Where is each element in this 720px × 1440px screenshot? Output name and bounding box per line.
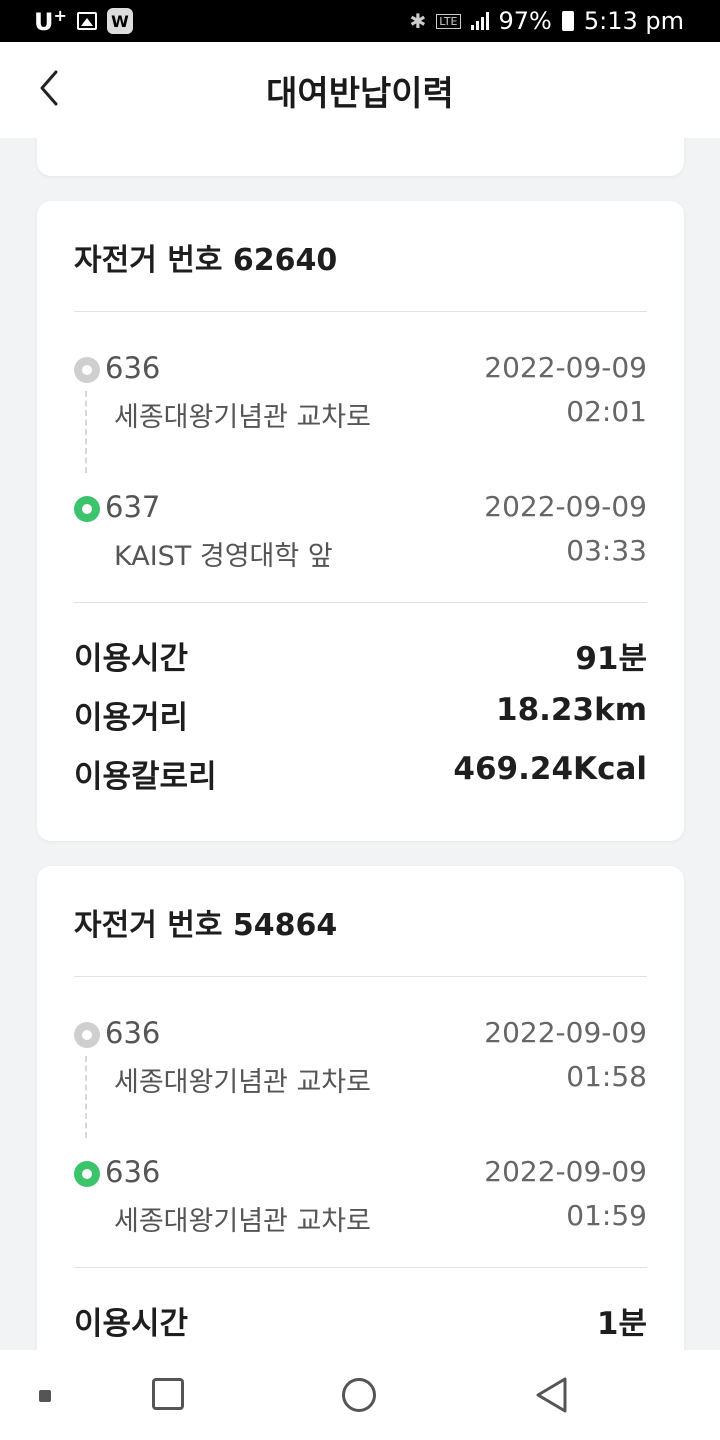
recent-apps-icon[interactable] (152, 1378, 184, 1410)
app-bar: 대여반납이력 (0, 42, 720, 138)
divider (74, 1267, 647, 1268)
end-station: 637 KAIST 경영대학 앞 2022-09-09 03:33 (74, 482, 647, 572)
stat-value: 1분 (596, 1306, 647, 1342)
stat-label: 이용시간 (74, 1306, 189, 1342)
status-bar: U+ W ✱ LTE 97% 5:13 pm (0, 0, 720, 42)
rental-time: 01:58 (566, 1060, 647, 1093)
stat-value: 469.24Kcal (453, 751, 647, 787)
return-date: 2022-09-09 (484, 1155, 647, 1188)
start-station: 636 세종대왕기념관 교차로 2022-09-09 01:58 (74, 1008, 647, 1098)
page-title: 대여반납이력 (266, 73, 454, 114)
app-notification-icon: W (106, 8, 133, 34)
rental-date: 2022-09-09 (484, 351, 647, 384)
stat-label: 이용칼로리 (74, 759, 217, 795)
station-name: 세종대왕기념관 교차로 (114, 1206, 371, 1237)
rental-history-list[interactable]: 자전거 번호 62640 636 세종대왕기념관 교차로 2022-09-09 … (0, 138, 720, 1350)
rental-date: 2022-09-09 (484, 1016, 647, 1049)
clock: 5:13 pm (583, 7, 684, 35)
return-time: 01:59 (566, 1199, 647, 1232)
station-number: 636 (105, 1155, 161, 1189)
nav-menu-dot-icon[interactable] (39, 1390, 51, 1402)
station-name: 세종대왕기념관 교차로 (114, 1067, 371, 1098)
rental-card: 자전거 번호 54864 636 세종대왕기념관 교차로 2022-09-09 … (37, 866, 684, 1350)
usage-distance-row: 이용거리 18.23km (74, 692, 647, 742)
divider (74, 976, 647, 977)
signal-icon (470, 12, 489, 30)
carrier-label: U+ (34, 6, 67, 36)
home-icon[interactable] (342, 1378, 376, 1412)
station-number: 636 (105, 1016, 161, 1050)
battery-icon (561, 11, 574, 31)
end-station-dot-icon (74, 1161, 100, 1187)
bike-number-title: 자전거 번호 62640 (74, 243, 338, 278)
stat-label: 이용시간 (74, 641, 189, 677)
back-triangle-icon[interactable] (534, 1376, 570, 1414)
station-number: 637 (105, 490, 161, 524)
return-date: 2022-09-09 (484, 490, 647, 523)
route-dashed-line (85, 391, 87, 473)
status-bar-left: U+ W (34, 6, 133, 36)
stat-label: 이용거리 (74, 700, 189, 736)
usage-calorie-row: 이용칼로리 469.24Kcal (74, 751, 647, 801)
system-nav-bar (0, 1350, 720, 1440)
image-notification-icon (76, 12, 97, 30)
start-station-dot-icon (74, 357, 100, 383)
station-number: 636 (105, 351, 161, 385)
divider (74, 311, 647, 312)
end-station: 636 세종대왕기념관 교차로 2022-09-09 01:59 (74, 1147, 647, 1237)
rental-card: 자전거 번호 62640 636 세종대왕기념관 교차로 2022-09-09 … (37, 201, 684, 841)
route-dashed-line (85, 1056, 87, 1138)
divider (74, 602, 647, 603)
lte-icon: LTE (436, 13, 461, 29)
rental-time: 02:01 (566, 395, 647, 428)
return-time: 03:33 (566, 534, 647, 567)
start-station-dot-icon (74, 1022, 100, 1048)
station-name: KAIST 경영대학 앞 (114, 541, 333, 572)
back-button[interactable] (30, 66, 70, 110)
rental-card-previous (37, 138, 684, 176)
stat-value: 91분 (575, 641, 647, 677)
end-station-dot-icon (74, 496, 100, 522)
status-bar-right: ✱ LTE 97% 5:13 pm (409, 7, 684, 35)
start-station: 636 세종대왕기념관 교차로 2022-09-09 02:01 (74, 343, 647, 433)
usage-time-row: 이용시간 1분 (74, 1298, 647, 1348)
bike-number-title: 자전거 번호 54864 (74, 908, 338, 943)
usage-time-row: 이용시간 91분 (74, 633, 647, 683)
battery-percent: 97% (498, 7, 552, 35)
stat-value: 18.23km (496, 692, 647, 728)
station-name: 세종대왕기념관 교차로 (114, 402, 371, 433)
chevron-left-icon (40, 70, 58, 106)
bluetooth-icon: ✱ (409, 9, 427, 33)
